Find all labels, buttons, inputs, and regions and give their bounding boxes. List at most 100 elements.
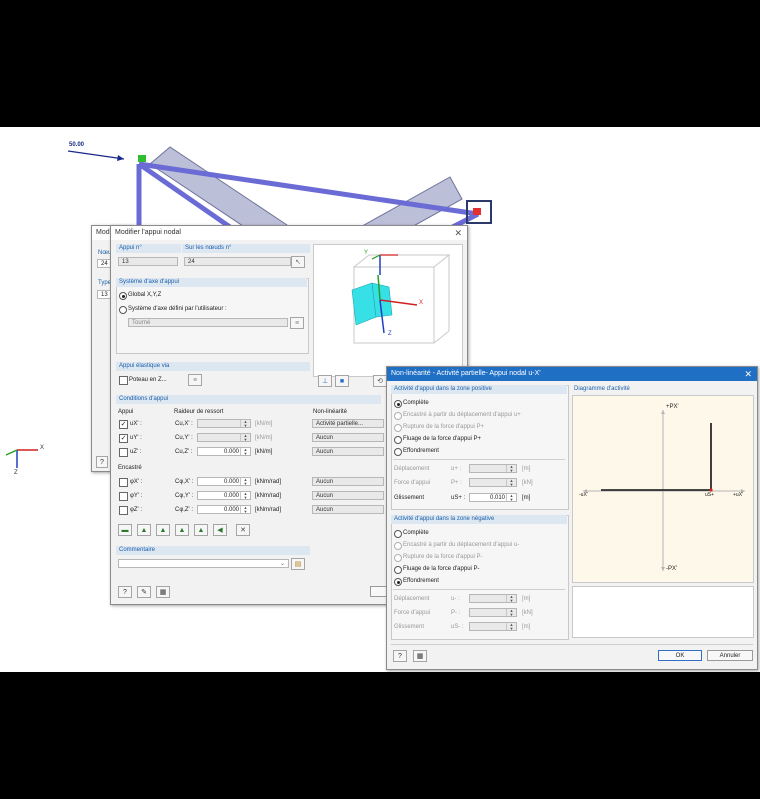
on-nodes-header: Sur les nœuds n°	[182, 244, 310, 253]
support-fixed-roller-icon[interactable]: ▲	[194, 524, 208, 536]
pos-complete-radio[interactable]	[394, 400, 402, 408]
user-axis-label: Système d'axe défini par l'utilisateur :	[128, 306, 227, 312]
support-hinged-roller-icon[interactable]: ▲	[156, 524, 170, 536]
uz-unit: [kN/m]	[255, 449, 273, 455]
pos-force-input[interactable]: ▲ ▼	[469, 478, 517, 487]
pos-failure-label: Rupture de la force d'appui P+	[403, 424, 485, 430]
pos-force-sym: P+ :	[451, 480, 462, 486]
ux-stiffness-input[interactable]: ▲ ▼	[197, 419, 251, 428]
select-nodes-icon[interactable]: ↖	[291, 256, 305, 268]
uz-label: uZ' :	[130, 449, 142, 455]
support-preview: X Y Z	[313, 244, 463, 377]
neg-displacement-input[interactable]: ▲ ▼	[469, 594, 517, 603]
neg-displacement-unit: [m]	[522, 596, 531, 602]
column-edit-icon[interactable]: ≡	[188, 374, 202, 386]
neg-slip-input[interactable]: ▲ ▼	[469, 622, 517, 631]
phiz-stiffness-input[interactable]: 0.000 ▲ ▼	[197, 505, 251, 514]
uy-nonlinearity-select[interactable]: Aucun	[312, 433, 384, 442]
elastic-header: Appui élastique via	[116, 362, 310, 371]
pos-collapse-label: Effondrement	[403, 448, 439, 454]
uz-checkbox[interactable]	[119, 448, 128, 457]
close-icon[interactable]: ✕	[744, 367, 752, 381]
pos-complete-label: Complète	[403, 400, 429, 406]
phix-nonlinearity-select[interactable]: Aucun	[312, 477, 384, 486]
diagram-us-label: uS+	[705, 492, 715, 498]
user-axis-select[interactable]: Tourné	[128, 318, 288, 327]
pos-failure-radio[interactable]	[394, 424, 402, 432]
column-checkbox[interactable]	[119, 376, 128, 385]
global-axis-radio[interactable]	[119, 292, 127, 300]
phiy-label: φY' :	[130, 493, 143, 499]
support-no-header: Appui n°	[116, 244, 181, 253]
phix-stiffness-input[interactable]: 0.000 ▲ ▼	[197, 477, 251, 486]
uz-nonlinearity-select[interactable]: Aucun	[312, 447, 384, 456]
support-free-icon[interactable]: ▬	[118, 524, 132, 536]
phiy-stiffness-input[interactable]: 0.000 ▲ ▼	[197, 491, 251, 500]
edit-icon[interactable]: ✎	[137, 586, 151, 598]
phiy-nonlinearity-select[interactable]: Aucun	[312, 491, 384, 500]
neg-collapse-radio[interactable]	[394, 578, 402, 586]
neg-complete-radio[interactable]	[394, 530, 402, 538]
pos-collapse-radio[interactable]	[394, 448, 402, 456]
comment-input[interactable]: ⌄	[118, 559, 289, 568]
uz-stiffness-input[interactable]: 0.000 ▲ ▼	[197, 447, 251, 456]
view-axes-icon[interactable]: ⊥	[318, 375, 332, 387]
cancel-button[interactable]: Annuler	[707, 650, 753, 661]
ux-stiffness-label: Cu,X' :	[175, 421, 193, 427]
help-icon[interactable]: ?	[118, 586, 132, 598]
user-axis-radio[interactable]	[119, 306, 127, 314]
neg-failure-radio[interactable]	[394, 554, 402, 562]
view-reset-icon[interactable]: ⟲	[373, 375, 387, 387]
phiz-checkbox[interactable]	[119, 506, 128, 515]
pos-slip-label: Glissement	[394, 495, 425, 501]
neg-yield-radio[interactable]	[394, 566, 402, 574]
activity-diagram: +PX' -PX' -uX' +uX' uS+	[572, 395, 754, 583]
neg-fixed-radio[interactable]	[394, 542, 402, 550]
uy-label: uY' :	[130, 435, 142, 441]
chevron-down-icon: ⌄	[279, 561, 285, 567]
uy-stiffness-input[interactable]: ▲ ▼	[197, 433, 251, 442]
phiy-checkbox[interactable]	[119, 492, 128, 501]
support-no-field[interactable]: 13	[118, 257, 178, 266]
support-hinged-icon[interactable]: ▲	[137, 524, 151, 536]
phix-checkbox[interactable]	[119, 478, 128, 487]
support-clear-icon[interactable]: ✕	[236, 524, 250, 536]
support-fixed-icon[interactable]: ▲	[175, 524, 189, 536]
units-icon[interactable]: ▦	[413, 650, 427, 662]
neg-force-input[interactable]: ▲ ▼	[469, 608, 517, 617]
help-icon[interactable]: ?	[393, 650, 407, 662]
phix-unit: [kNm/rad]	[255, 479, 282, 485]
comment-library-icon[interactable]: ▤	[291, 558, 305, 570]
edit-axis-icon[interactable]: ≡	[290, 317, 304, 329]
neg-yield-label: Fluage de la force d'appui P-	[403, 566, 480, 572]
pos-yield-radio[interactable]	[394, 436, 402, 444]
support-block	[351, 282, 393, 326]
uy-checkbox[interactable]: ✓	[119, 434, 128, 443]
ux-checkbox[interactable]: ✓	[119, 420, 128, 429]
ux-nonlinearity-select[interactable]: Activité partielle...	[312, 419, 384, 428]
neg-slip-sym: uS- :	[451, 624, 464, 630]
column-label: Poteau en Z...	[129, 377, 167, 383]
pos-force-label: Force d'appui	[394, 480, 431, 486]
negative-zone-header: Activité d'appui dans la zone négative	[391, 515, 567, 524]
positive-zone-header: Activité d'appui dans la zone positive	[391, 385, 567, 394]
on-nodes-field[interactable]: 24	[184, 257, 291, 266]
global-axis-label: Global X,Y,Z	[128, 292, 162, 298]
neg-failure-label: Rupture de la force d'appui P-	[403, 554, 483, 560]
close-icon[interactable]: ✕	[454, 226, 462, 240]
view-model-icon[interactable]: ■	[335, 375, 349, 387]
pos-fixed-radio[interactable]	[394, 412, 402, 420]
pos-slip-input[interactable]: 0.010 ▲ ▼	[469, 493, 517, 502]
back-help-icon[interactable]: ?	[96, 456, 108, 468]
col-nonlinearity-label: Non-linéarité	[313, 409, 348, 415]
support-wall-icon[interactable]: ◀	[213, 524, 227, 536]
phiz-stiffness-label: Cφ,Z' :	[175, 507, 194, 513]
ux-label: uX' :	[130, 421, 142, 427]
comment-header: Commentaire	[116, 546, 310, 555]
activity-diagram-graphic	[583, 410, 745, 571]
phiz-nonlinearity-select[interactable]: Aucun	[312, 505, 384, 514]
pos-displacement-input[interactable]: ▲ ▼	[469, 464, 517, 473]
units-icon[interactable]: ▦	[156, 586, 170, 598]
diagram-notes-area	[572, 586, 754, 638]
ok-button[interactable]: OK	[658, 650, 702, 661]
